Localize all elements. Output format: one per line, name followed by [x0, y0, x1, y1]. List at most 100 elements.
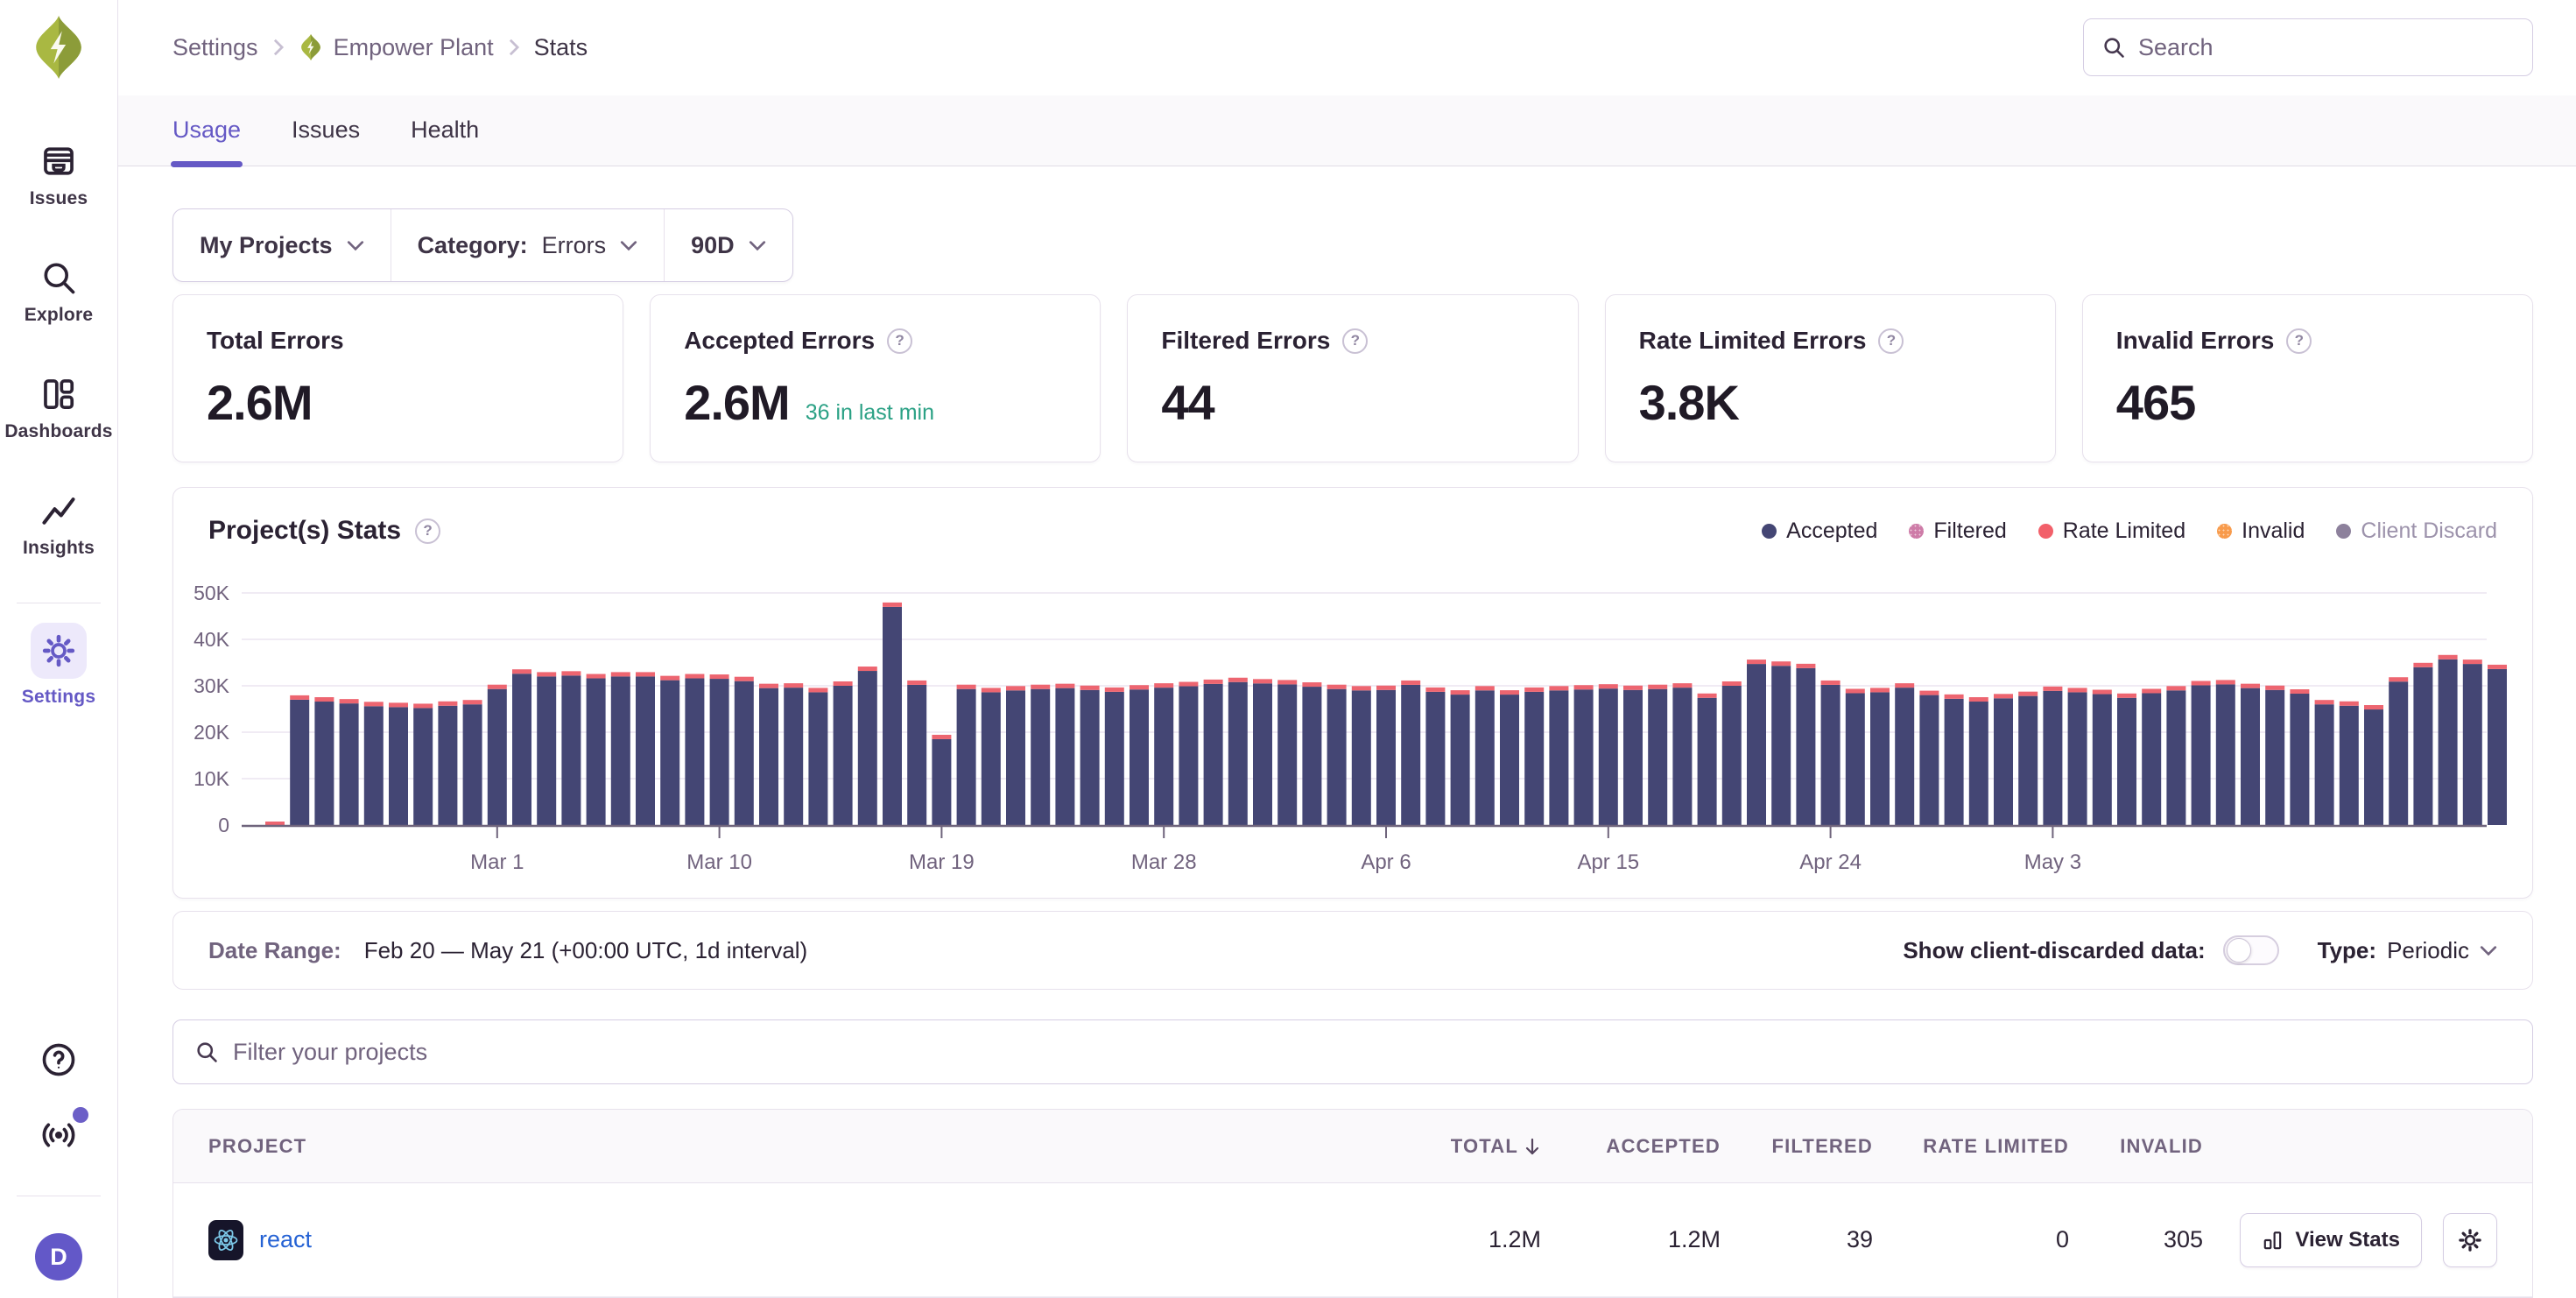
legend-dot [1762, 524, 1777, 539]
legend-item-client-discard[interactable]: Client Discard [2336, 518, 2497, 544]
svg-text:50K: 50K [194, 582, 230, 604]
gear-icon [41, 633, 76, 668]
legend-item-filtered[interactable]: Filtered [1909, 518, 2006, 544]
cell-rate-limited: 0 [1873, 1226, 2069, 1253]
tab-usage[interactable]: Usage [172, 95, 241, 166]
type-dropdown[interactable]: Type: Periodic [2318, 937, 2497, 964]
legend-item-accepted[interactable]: Accepted [1762, 518, 1877, 544]
project-link[interactable]: react [259, 1226, 312, 1253]
svg-text:May 3: May 3 [2024, 850, 2081, 874]
legend-item-invalid[interactable]: Invalid [2217, 518, 2305, 544]
svg-text:0: 0 [218, 814, 229, 836]
tab-health[interactable]: Health [411, 95, 479, 166]
col-header-invalid[interactable]: INVALID [2069, 1135, 2203, 1158]
type-value: Periodic [2387, 937, 2469, 964]
legend-label: Invalid [2242, 518, 2305, 544]
help-question-icon[interactable]: ? [1878, 328, 1904, 354]
table-header-row: PROJECT TOTAL ACCEPTED FILTERED RATE LIM… [173, 1110, 2532, 1183]
stat-card-total-errors: Total Errors 2.6M [172, 294, 623, 462]
stat-card-value: 44 [1161, 374, 1214, 431]
svg-text:10K: 10K [194, 767, 230, 790]
page-content: My Projects Category: Errors 90D Total [118, 166, 2576, 1298]
user-avatar[interactable]: D [35, 1233, 82, 1280]
bar-chart-icon [2262, 1229, 2284, 1252]
notification-dot [73, 1107, 88, 1123]
legend-dot [1909, 524, 1924, 539]
date-range-bar: Date Range: Feb 20 — May 21 (+00:00 UTC,… [172, 911, 2533, 990]
sidebar-item-settings[interactable]: Settings [22, 623, 95, 708]
category-dropdown[interactable]: Category: Errors [391, 209, 665, 281]
tab-bar: Usage Issues Health [118, 95, 2576, 166]
tab-issues[interactable]: Issues [292, 95, 360, 166]
svg-text:Apr 6: Apr 6 [1361, 850, 1411, 874]
help-question-icon[interactable]: ? [2286, 328, 2312, 354]
global-search [2083, 18, 2533, 76]
col-header-project[interactable]: PROJECT [208, 1135, 1383, 1158]
col-header-total[interactable]: TOTAL [1383, 1135, 1541, 1158]
chevron-right-icon [272, 38, 285, 57]
stat-card-rate-limited-errors: Rate Limited Errors ? 3.8K [1605, 294, 2056, 462]
sidebar-item-explore[interactable]: Explore [25, 258, 93, 326]
breadcrumb-org[interactable]: Empower Plant [299, 33, 494, 61]
chart-legend: Accepted Filtered Rate Limited Inva [1762, 518, 2497, 544]
breadcrumb-current: Stats [534, 34, 588, 61]
broadcast-icon[interactable] [39, 1116, 78, 1154]
svg-text:30K: 30K [194, 674, 230, 697]
stat-card-title: Accepted Errors [684, 327, 875, 355]
project-filter-input[interactable] [233, 1039, 2511, 1066]
issues-icon [39, 142, 78, 180]
help-question-icon[interactable]: ? [1342, 328, 1368, 354]
chart-title: Project(s) Stats [208, 516, 401, 546]
stat-card-note: 36 in last min [806, 400, 934, 426]
stat-card-accepted-errors: Accepted Errors ? 2.6M 36 in last min [650, 294, 1101, 462]
sidebar-item-insights[interactable]: Insights [23, 491, 95, 559]
settings-active-pill [31, 623, 87, 679]
sidebar-label: Dashboards [4, 421, 112, 442]
search-input[interactable] [2138, 34, 2515, 61]
sidebar-label: Explore [25, 305, 93, 326]
cell-filtered: 39 [1721, 1226, 1873, 1253]
legend-label: Accepted [1786, 518, 1877, 544]
view-stats-button[interactable]: View Stats [2240, 1213, 2422, 1267]
insights-icon [39, 491, 78, 530]
row-actions: View Stats [2203, 1213, 2497, 1267]
search-icon [2101, 35, 2126, 60]
col-header-rate-limited[interactable]: RATE LIMITED [1873, 1135, 2069, 1158]
cell-accepted: 1.2M [1541, 1226, 1721, 1253]
help-question-icon[interactable]: ? [415, 518, 440, 544]
stat-card-invalid-errors: Invalid Errors ? 465 [2082, 294, 2533, 462]
svg-text:Mar 19: Mar 19 [909, 850, 975, 874]
sentry-logo[interactable] [30, 14, 88, 81]
project-cell: react [208, 1220, 1383, 1260]
breadcrumb-settings[interactable]: Settings [172, 34, 258, 61]
legend-dot [2217, 524, 2232, 539]
sidebar: Issues Explore Dashboards Insights [0, 0, 118, 1298]
project-stats-chart-card: Project(s) Stats ? Accepted Filtered [172, 487, 2533, 899]
breadcrumb: Settings Empower Plant Stats [172, 33, 588, 61]
col-header-accepted[interactable]: ACCEPTED [1541, 1135, 1721, 1158]
main-area: Settings Empower Plant Stats [118, 0, 2576, 1298]
stat-card-filtered-errors: Filtered Errors ? 44 [1127, 294, 1578, 462]
project-settings-button[interactable] [2443, 1213, 2497, 1267]
chevron-down-icon [2480, 945, 2497, 956]
category-value: Errors [542, 232, 607, 259]
help-question-icon[interactable]: ? [887, 328, 912, 354]
legend-item-rate-limited[interactable]: Rate Limited [2038, 518, 2185, 544]
usage-bar-chart: 010K20K30K40K50KMar 1Mar 10Mar 19Mar 28A… [173, 488, 2531, 897]
date-range-dropdown[interactable]: 90D [664, 209, 792, 281]
client-discard-toggle[interactable] [2223, 935, 2279, 965]
sidebar-item-dashboards[interactable]: Dashboards [4, 375, 112, 442]
svg-text:20K: 20K [194, 721, 230, 744]
col-header-filtered[interactable]: FILTERED [1721, 1135, 1873, 1158]
sidebar-item-issues[interactable]: Issues [30, 142, 88, 209]
top-bar: Settings Empower Plant Stats [118, 0, 2576, 95]
date-range-label: 90D [691, 232, 735, 259]
view-stats-label: View Stats [2295, 1228, 2400, 1252]
help-icon[interactable] [39, 1041, 78, 1079]
project-filter [172, 1019, 2533, 1084]
date-range-label: Date Range: [208, 937, 341, 964]
svg-text:Mar 1: Mar 1 [470, 850, 524, 874]
chevron-down-icon [749, 240, 766, 251]
react-platform-icon [208, 1220, 243, 1260]
project-scope-dropdown[interactable]: My Projects [173, 209, 391, 281]
